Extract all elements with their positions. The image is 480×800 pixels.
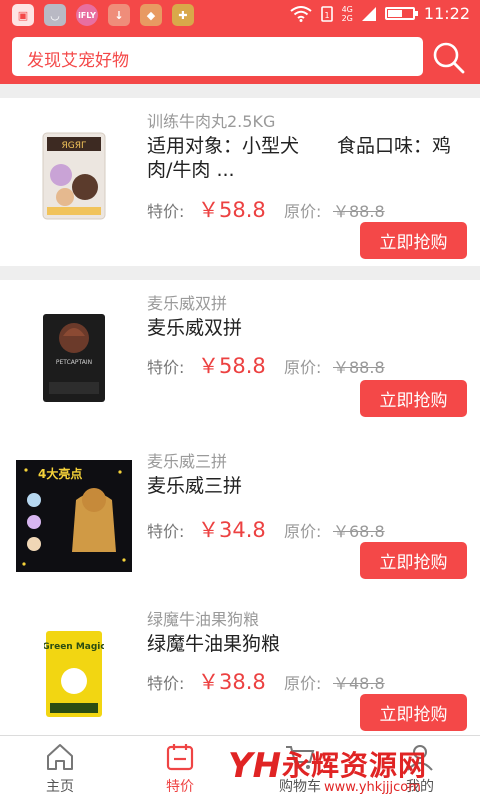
price-label: 特价: xyxy=(147,522,185,541)
sim-icon: 1 xyxy=(320,5,333,22)
search-icon[interactable] xyxy=(432,41,466,75)
battery-icon xyxy=(384,7,418,20)
security-icon: ✚ xyxy=(172,4,194,26)
original-price: ￥48.8 xyxy=(333,674,385,693)
original-price-label: 原价: xyxy=(284,202,322,221)
sale-price: ￥38.8 xyxy=(198,670,266,694)
tab-label: 特价 xyxy=(166,779,194,795)
download-icon: ↓ xyxy=(108,4,130,26)
original-price-label: 原价: xyxy=(284,674,322,693)
product-subtitle: 麦乐威双拼 xyxy=(147,294,228,313)
notification-icons: ▣ ◡ iFLY ↓ ◆ ✚ xyxy=(12,4,194,26)
product-image: PETCAPTAIN xyxy=(16,300,132,416)
product-title[interactable]: 适用对象：小型犬 食品口味：鸡肉/牛肉 ... xyxy=(147,134,467,182)
buy-now-button[interactable]: 立即抢购 xyxy=(360,222,467,259)
product-image: 4大亮点 xyxy=(16,458,132,574)
price-label: 特价: xyxy=(147,674,185,693)
app-icon: ◡ xyxy=(44,4,66,26)
price-label: 特价: xyxy=(147,358,185,377)
product-subtitle: 绿魔牛油果狗粮 xyxy=(147,610,260,629)
gallery-icon: ▣ xyxy=(12,4,34,26)
watermark-logo: YH xyxy=(228,746,282,786)
network-type: 4G 2G xyxy=(342,5,353,23)
buy-now-button[interactable]: 立即抢购 xyxy=(360,694,467,731)
network-bottom-label: 2G xyxy=(341,13,353,23)
network-top-label: 4G xyxy=(341,4,353,14)
watermark-text: 永辉资源网 xyxy=(282,749,428,782)
search-input[interactable]: 发现艾宠好物 xyxy=(12,37,423,76)
signal-icon xyxy=(361,6,376,21)
original-price-label: 原价: xyxy=(284,358,322,377)
sale-price: ￥34.8 xyxy=(198,518,266,542)
tab-home[interactable]: 主页 xyxy=(20,742,100,796)
product-brand-text: ЯGЯГ xyxy=(62,141,87,151)
system-status: 1 4G 2G 11:22 xyxy=(289,4,470,23)
svg-text:1: 1 xyxy=(324,11,329,20)
watermark: YH 永辉资源网 www.yhkjjjcom xyxy=(228,742,460,798)
product-subtitle: 麦乐威三拼 xyxy=(147,452,228,471)
product-card[interactable]: 4大亮点 麦乐威三拼 麦乐威三拼 特价: ￥34.8 原价: ￥68.8 立即抢… xyxy=(0,438,480,606)
clock: 11:22 xyxy=(423,4,470,23)
ifly-icon: iFLY xyxy=(76,4,98,26)
product-card[interactable]: ЯGЯГ 训练牛肉丸2.5KG 适用对象：小型犬 食品口味：鸡肉/牛肉 ... … xyxy=(0,98,480,266)
tab-deals[interactable]: 特价 xyxy=(140,742,220,796)
buy-now-button[interactable]: 立即抢购 xyxy=(360,542,467,579)
product-image: Green Magic xyxy=(16,616,132,732)
home-icon xyxy=(47,744,73,770)
search-header: 发现艾宠好物 xyxy=(0,30,480,84)
product-card[interactable]: PETCAPTAIN 麦乐威双拼 麦乐威双拼 特价: ￥58.8 原价: ￥88… xyxy=(0,280,480,448)
sale-price: ￥58.8 xyxy=(198,354,266,378)
buy-now-button[interactable]: 立即抢购 xyxy=(360,380,467,417)
watermark-url: www.yhkjjjcom xyxy=(324,780,421,795)
sale-price: ￥58.8 xyxy=(198,198,266,222)
deal-icon xyxy=(166,744,194,771)
product-image: ЯGЯГ xyxy=(16,118,132,234)
original-price-label: 原价: xyxy=(284,522,322,541)
original-price: ￥68.8 xyxy=(333,522,385,541)
product-title[interactable]: 麦乐威双拼 xyxy=(147,316,467,340)
product-brand-text: 4大亮点 xyxy=(38,466,82,481)
shield-icon: ◆ xyxy=(140,4,162,26)
product-brand-text: Green Magic xyxy=(44,642,104,652)
product-title[interactable]: 绿魔牛油果狗粮 xyxy=(147,632,467,656)
tab-label: 主页 xyxy=(46,779,74,795)
status-bar: ▣ ◡ iFLY ↓ ◆ ✚ 1 4G 2G 11:22 xyxy=(0,0,480,30)
search-placeholder: 发现艾宠好物 xyxy=(27,51,129,71)
product-card[interactable]: Green Magic 绿魔牛油果狗粮 绿魔牛油果狗粮 特价: ￥38.8 原价… xyxy=(0,596,480,735)
wifi-icon xyxy=(289,5,312,22)
product-title[interactable]: 麦乐威三拼 xyxy=(147,474,467,498)
product-subtitle: 训练牛肉丸2.5KG xyxy=(147,112,276,131)
original-price: ￥88.8 xyxy=(333,358,385,377)
original-price: ￥88.8 xyxy=(333,202,385,221)
product-brand-text: PETCAPTAIN xyxy=(56,359,92,366)
price-label: 特价: xyxy=(147,202,185,221)
